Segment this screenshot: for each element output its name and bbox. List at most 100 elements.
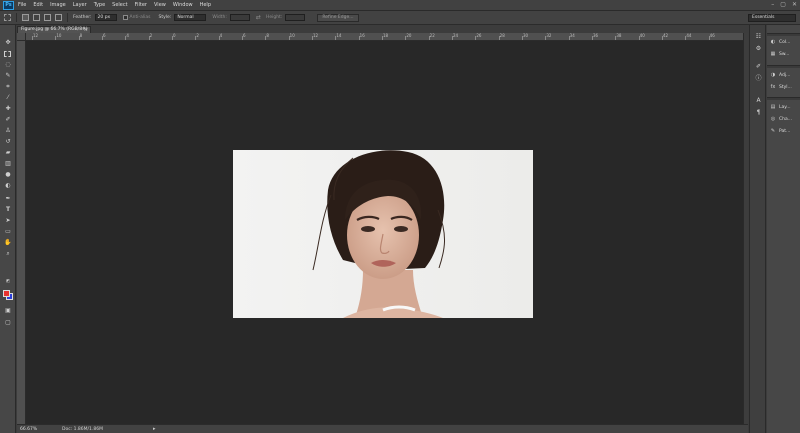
rectangle-icon[interactable]: ▭ [4, 228, 12, 235]
minimize-icon[interactable]: – [771, 1, 774, 8]
ruler-corner [17, 33, 26, 41]
status-menu-arrow-icon[interactable]: ▸ [153, 426, 156, 432]
panel-channels[interactable]: ◎ Cha... [767, 114, 800, 124]
style-select[interactable]: Normal [174, 14, 207, 21]
menu-select[interactable]: Select [112, 2, 127, 8]
ruler-tick-label: 34 [569, 33, 575, 38]
color-icon: ◐ [770, 39, 776, 45]
panel-swatches[interactable]: ▦ Sw... [767, 49, 800, 59]
panel-paths[interactable]: ✎ Pat... [767, 126, 800, 136]
eraser-icon[interactable]: ▰ [4, 149, 12, 156]
clone-stamp-icon[interactable]: ♙ [4, 127, 12, 134]
history-brush-icon[interactable]: ↺ [4, 138, 12, 145]
ruler-tick-label: 12 [33, 33, 39, 38]
document-size-info: Doc: 1.86M/1.86M [62, 426, 103, 432]
canvas-area[interactable] [26, 41, 743, 424]
ruler-tick-label: 0 [173, 33, 176, 38]
divider [67, 13, 68, 22]
panel-label: Styl... [779, 84, 792, 90]
feather-label: Feather: [73, 15, 92, 20]
menu-edit[interactable]: Edit [33, 2, 43, 8]
vertical-scrollbar[interactable] [743, 33, 748, 424]
path-select-icon[interactable]: ➤ [4, 217, 12, 224]
menu-view[interactable]: View [154, 2, 166, 8]
quick-mask-icon[interactable]: ▣ [4, 307, 12, 314]
options-bar: Feather: 20 px Anti-alias Style: Normal … [0, 11, 800, 25]
panel-label: Pat... [779, 128, 791, 134]
horizontal-ruler: 12 10 8 6 4 2 0 2 4 6 8 10 12 14 16 18 20 22 24 26 28 30 32 34 3… [26, 33, 743, 41]
pen-icon[interactable]: ✒ [4, 195, 12, 202]
panel-adjustments[interactable]: ◑ Adj... [767, 70, 800, 80]
width-input[interactable] [229, 14, 250, 21]
divider [16, 13, 17, 22]
info-panel-icon[interactable]: ⓘ [754, 75, 763, 82]
menu-layer[interactable]: Layer [73, 2, 87, 8]
history-panel-icon[interactable]: ☷ [754, 33, 763, 40]
maximize-icon[interactable]: ▢ [780, 1, 786, 8]
panel-layers[interactable]: ▤ Lay... [767, 102, 800, 112]
quick-select-icon[interactable]: ✎ [4, 72, 12, 79]
add-selection-icon[interactable] [33, 14, 40, 21]
default-colors-icon[interactable]: ◩ [4, 277, 12, 284]
width-label: Width: [212, 15, 227, 20]
lasso-icon[interactable]: ◌ [4, 61, 12, 68]
ruler-tick-label: 24 [453, 33, 459, 38]
height-input[interactable] [285, 14, 306, 21]
panel-group-grip[interactable] [767, 65, 800, 68]
collapsed-panel-strip: ☷ ⚙ ✐ ⓘ A ¶ [749, 25, 766, 433]
blur-icon[interactable]: ● [4, 171, 12, 178]
layers-icon: ▤ [770, 104, 776, 110]
menu-image[interactable]: Image [50, 2, 66, 8]
subtract-selection-icon[interactable] [44, 14, 51, 21]
menu-bar: Ps File Edit Image Layer Type Select Fil… [0, 0, 800, 11]
brush-panel-icon[interactable]: ✐ [754, 63, 763, 70]
document-tab[interactable]: Figure.jpg @ 66.7% (RGB/8#) × [17, 26, 91, 33]
refine-edge-button[interactable]: Refine Edge... [317, 13, 359, 22]
menu-window[interactable]: Window [173, 2, 193, 8]
tools-panel: ✥ ◌ ✎ ⌗ ⁄ ✚ ✐ ♙ ↺ ▰ ▥ ● ◐ ✒ T ➤ ▭ ✋ ⌕ ◩ … [0, 25, 16, 433]
ruler-tick-label: 32 [546, 33, 552, 38]
healing-brush-icon[interactable]: ✚ [4, 105, 12, 112]
hand-icon[interactable]: ✋ [4, 239, 12, 246]
menu-type[interactable]: Type [94, 2, 105, 8]
close-icon[interactable]: ✕ [792, 1, 797, 8]
antialias-checkbox[interactable] [122, 15, 128, 20]
menu-help[interactable]: Help [200, 2, 211, 8]
ruler-tick-label: 6 [243, 33, 246, 38]
gradient-icon[interactable]: ▥ [4, 160, 12, 167]
zoom-level[interactable]: 66.67% [20, 427, 42, 432]
marquee-icon[interactable] [4, 51, 11, 57]
character-panel-icon[interactable]: A [754, 97, 763, 104]
feather-input[interactable]: 20 px [94, 14, 117, 21]
menu-filter[interactable]: Filter [135, 2, 147, 8]
paragraph-panel-icon[interactable]: ¶ [754, 109, 763, 116]
type-icon[interactable]: T [4, 206, 12, 213]
foreground-color-swatch[interactable] [3, 290, 10, 297]
workspace-select[interactable]: Essentials [748, 14, 796, 22]
panel-group-grip[interactable] [767, 33, 800, 36]
screen-mode-icon[interactable]: ▢ [4, 319, 12, 326]
menu-file[interactable]: File [18, 2, 26, 8]
document-image[interactable] [233, 150, 533, 318]
crop-icon[interactable]: ⌗ [4, 83, 12, 90]
swap-icon[interactable]: ⇄ [256, 14, 261, 21]
ruler-tick-label: 8 [266, 33, 269, 38]
document-title: Figure.jpg @ 66.7% (RGB/8#) [21, 27, 88, 32]
marquee-preset-icon[interactable] [4, 14, 11, 21]
paths-icon: ✎ [770, 128, 776, 134]
new-selection-icon[interactable] [22, 14, 29, 21]
panel-color[interactable]: ◐ Col... [767, 37, 800, 47]
panel-group-grip[interactable] [767, 97, 800, 100]
move-icon[interactable]: ✥ [4, 39, 12, 46]
eyedropper-icon[interactable]: ⁄ [4, 94, 12, 101]
ruler-tick-label: 4 [126, 33, 129, 38]
ruler-tick-label: 10 [289, 33, 295, 38]
dodge-icon[interactable]: ◐ [4, 182, 12, 189]
panel-styles[interactable]: fx Styl... [767, 82, 800, 92]
zoom-icon[interactable]: ⌕ [4, 250, 12, 257]
intersect-selection-icon[interactable] [55, 14, 62, 21]
ruler-tick-label: 40 [639, 33, 645, 38]
channels-icon: ◎ [770, 116, 776, 122]
properties-panel-icon[interactable]: ⚙ [754, 45, 763, 52]
brush-icon[interactable]: ✐ [4, 116, 12, 123]
